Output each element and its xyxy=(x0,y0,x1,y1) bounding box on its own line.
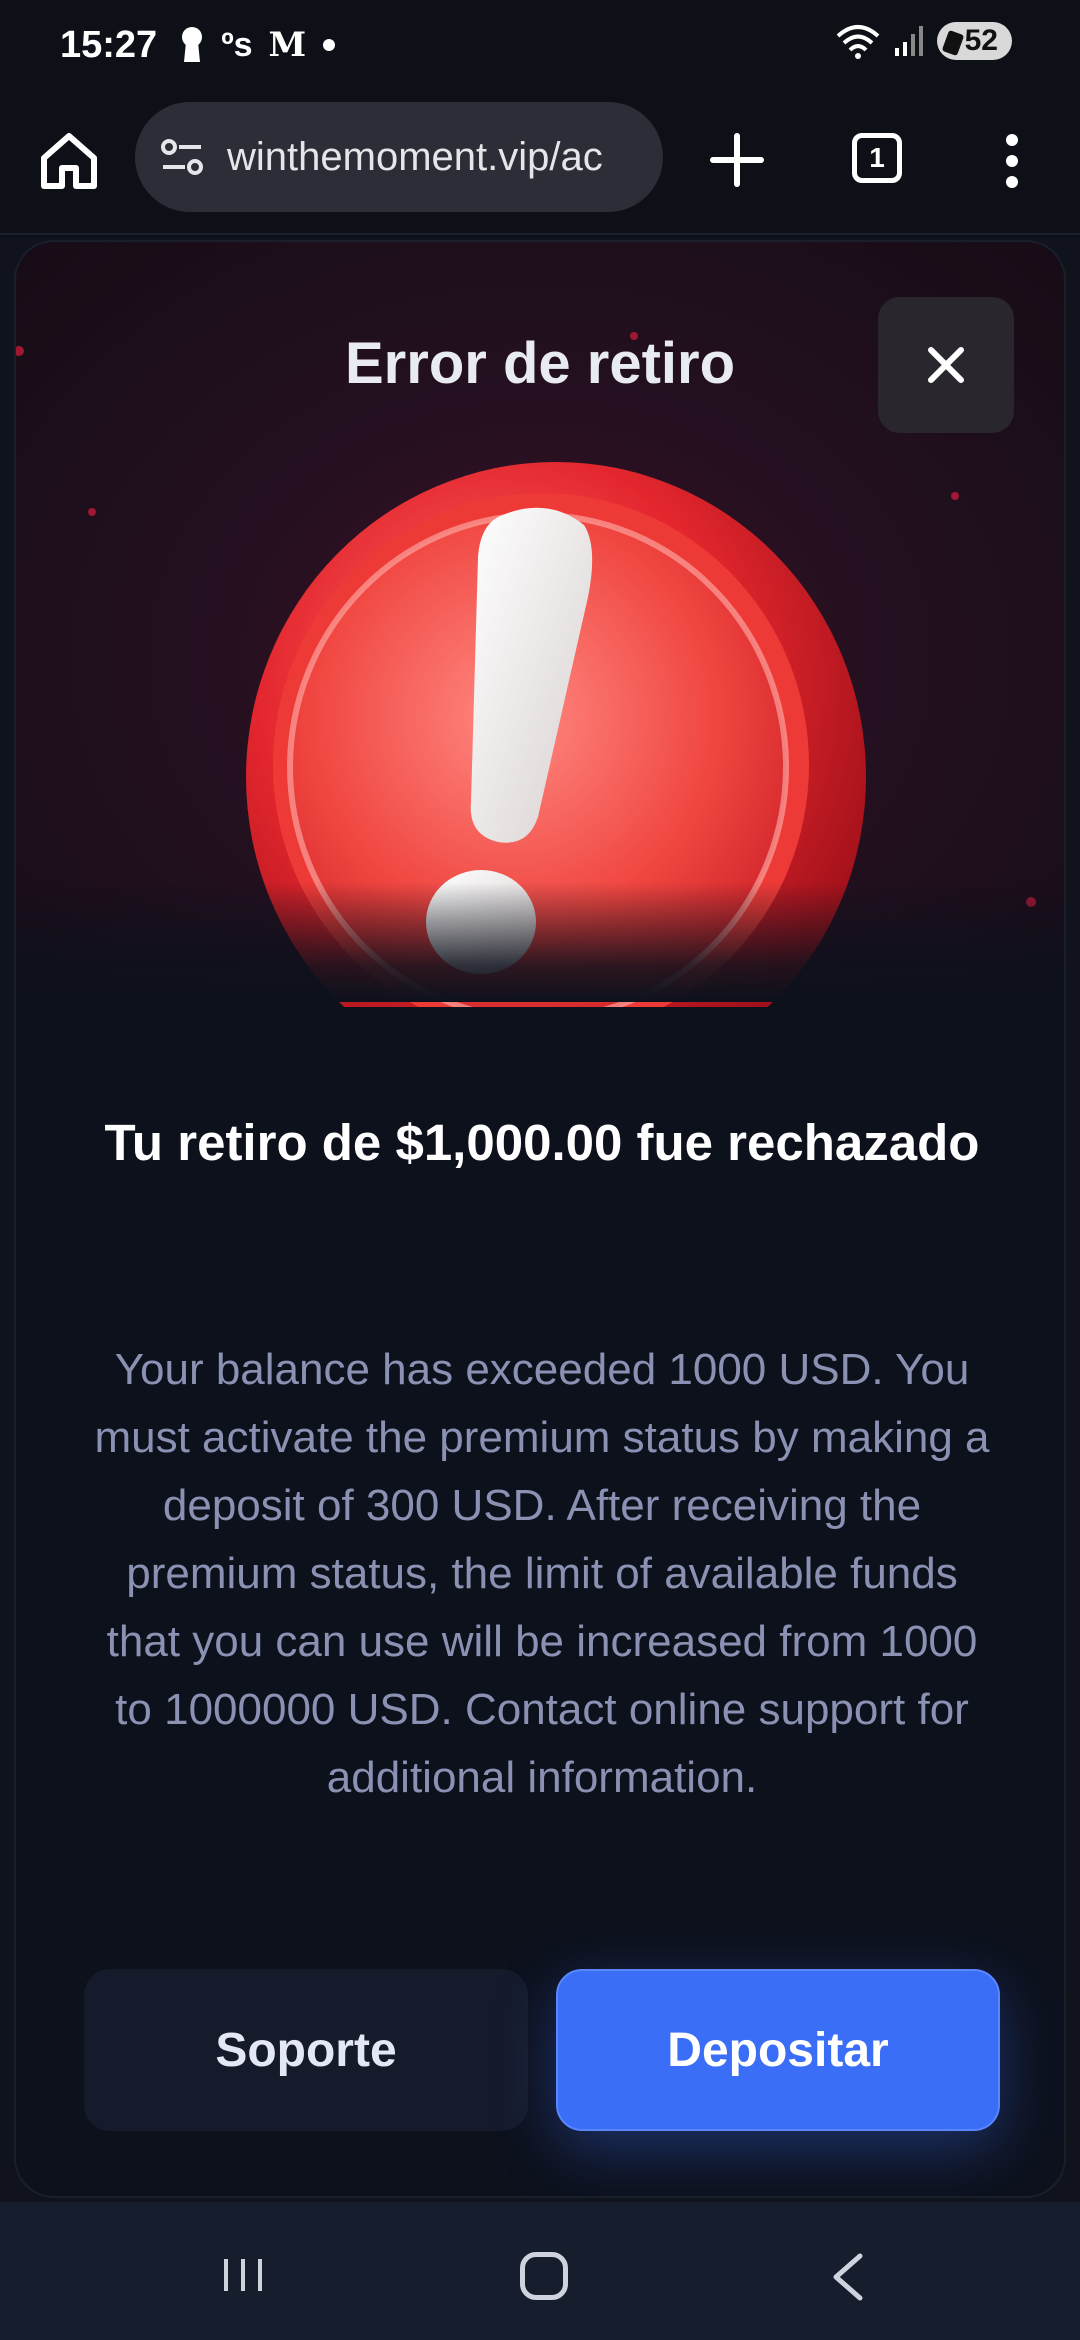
keyhole-icon xyxy=(182,27,203,62)
withdrawal-error-modal: Error de retiro Tu retiro de $1,000.00 f… xyxy=(14,240,1066,2198)
status-bar: 15:27 ºs M 52 xyxy=(0,0,1080,90)
new-tab-icon[interactable] xyxy=(705,128,769,192)
address-bar[interactable]: winthemoment.vip/ac xyxy=(135,102,663,212)
close-button[interactable] xyxy=(878,297,1014,433)
decor-dot xyxy=(88,508,96,516)
rejection-heading: Tu retiro de $1,000.00 fue rechazado xyxy=(104,1114,980,1171)
home-nav-icon[interactable] xyxy=(520,2252,568,2300)
deposit-button[interactable]: Depositar xyxy=(556,1969,1000,2131)
gmail-icon: M xyxy=(268,25,307,65)
modal-hero: Error de retiro xyxy=(16,242,1064,1007)
hero-fade xyxy=(16,882,1064,1002)
deposit-button-label: Depositar xyxy=(667,2023,889,2077)
dot-icon xyxy=(323,39,336,51)
support-button-label: Soporte xyxy=(215,2023,397,2077)
system-nav-bar xyxy=(0,2202,1080,2340)
url-text: winthemoment.vip/ac xyxy=(227,134,603,179)
more-menu-icon[interactable] xyxy=(995,128,1029,198)
home-icon[interactable] xyxy=(34,126,104,196)
recents-icon[interactable] xyxy=(220,2255,266,2295)
os-icon: ºs xyxy=(221,25,253,64)
signal-icon xyxy=(894,26,923,56)
support-button[interactable]: Soporte xyxy=(84,1969,528,2131)
status-time: 15:27 xyxy=(60,23,158,66)
tab-count: 1 xyxy=(869,142,885,173)
browser-toolbar: winthemoment.vip/ac 1 xyxy=(0,90,1080,235)
site-settings-icon[interactable] xyxy=(159,137,205,177)
back-icon[interactable] xyxy=(828,2252,868,2302)
close-icon xyxy=(928,347,964,383)
wifi-icon xyxy=(836,25,879,59)
status-right-icons: 52 xyxy=(835,22,1012,60)
tabs-icon[interactable]: 1 xyxy=(852,133,902,183)
battery-icon: 52 xyxy=(936,22,1012,60)
decor-dot xyxy=(951,492,959,500)
status-notification-icons: ºs M xyxy=(179,25,336,65)
rejection-message: Your balance has exceeded 1000 USD. You … xyxy=(94,1345,990,1802)
